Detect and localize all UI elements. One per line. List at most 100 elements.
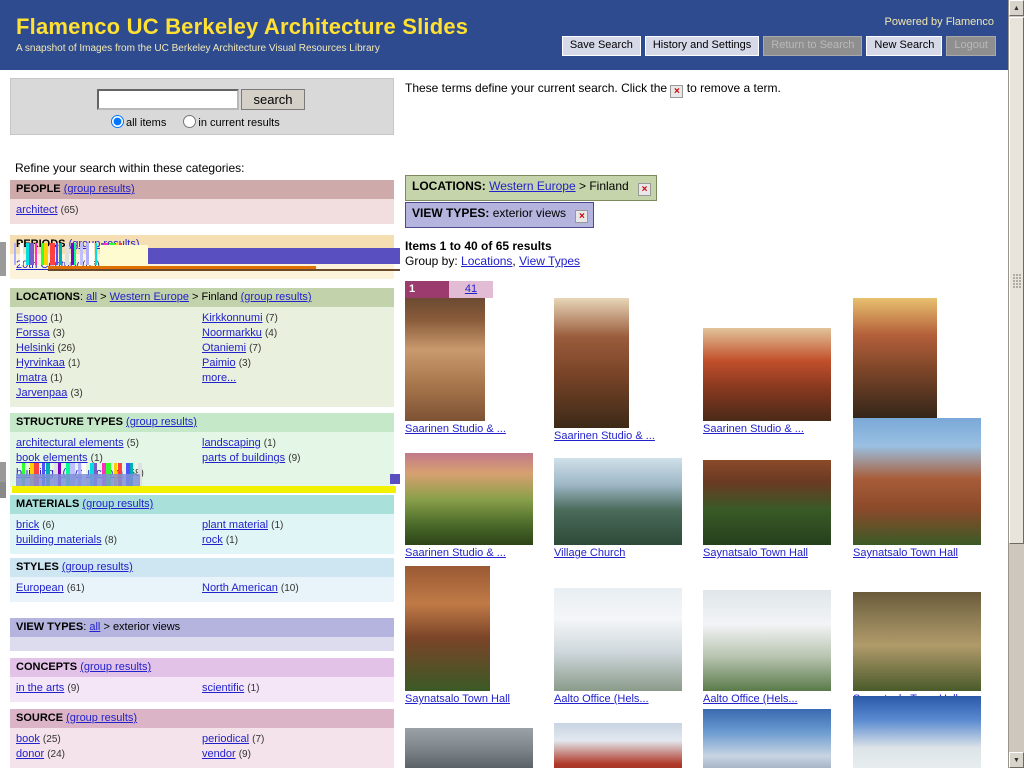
thumbnail-caption-link[interactable]: Saarinen Studio & ... bbox=[554, 430, 655, 442]
thumbnail-image[interactable] bbox=[405, 566, 490, 691]
search-scope-all-items-label: all items bbox=[126, 117, 167, 129]
pagination-page-41[interactable]: 41 bbox=[449, 281, 493, 298]
search-scope-current-results[interactable]: in current results bbox=[183, 115, 280, 129]
search-scope-all-items[interactable]: all items bbox=[111, 115, 169, 129]
facet-item: Jarvenpaa (3) bbox=[16, 386, 202, 401]
thumbnail-caption-link[interactable]: Village Church bbox=[554, 547, 682, 559]
facet-name: VIEW TYPES bbox=[16, 621, 84, 633]
thumbnail-image[interactable] bbox=[554, 458, 682, 545]
radio-in-current-results[interactable] bbox=[183, 115, 197, 128]
thumbnail-image[interactable] bbox=[853, 418, 981, 545]
thumbnail-image[interactable] bbox=[703, 590, 831, 691]
facet-item: scientific (1) bbox=[202, 681, 388, 696]
facet-item-count: (24) bbox=[47, 749, 65, 760]
facet-item-link[interactable]: parts of buildings bbox=[202, 452, 285, 464]
facet-item-link[interactable]: brick bbox=[16, 519, 39, 531]
thumbnail-image[interactable] bbox=[853, 592, 981, 691]
facet-item-link[interactable]: in the arts bbox=[16, 682, 64, 694]
facet-item-link[interactable]: Jarvenpaa bbox=[16, 387, 67, 399]
thumbnail-image[interactable] bbox=[405, 453, 533, 545]
group-by-locations[interactable]: Locations bbox=[461, 254, 512, 268]
thumbnail-image[interactable] bbox=[554, 588, 682, 691]
page-scrollbar[interactable]: ▲ ▼ bbox=[1008, 0, 1024, 768]
render-artifact-band bbox=[74, 243, 76, 265]
facet-item-link[interactable]: rock bbox=[202, 534, 223, 546]
facet-item-link[interactable]: Imatra bbox=[16, 372, 47, 384]
facet-breadcrumb-path-0[interactable]: Western Europe bbox=[110, 291, 189, 303]
scroll-down-arrow-icon[interactable]: ▼ bbox=[1009, 752, 1024, 768]
facet-group-results-link[interactable]: (group results) bbox=[82, 498, 153, 510]
facet-item-link[interactable]: scientific bbox=[202, 682, 244, 694]
facet-column-right bbox=[202, 203, 388, 218]
facet-group-results-link[interactable]: (group results) bbox=[126, 416, 197, 428]
facet-item-link[interactable]: more... bbox=[202, 372, 236, 384]
render-artifact-band bbox=[65, 243, 69, 265]
facet-item-link[interactable]: Hyrvinkaa bbox=[16, 357, 65, 369]
facet-item-link[interactable]: European bbox=[16, 582, 64, 594]
scrollbar-thumb[interactable] bbox=[1009, 17, 1024, 544]
banner-button-save-search[interactable]: Save Search bbox=[561, 36, 641, 56]
facet-item-link[interactable]: Espoo bbox=[16, 312, 47, 324]
facet-item-link[interactable]: landscaping bbox=[202, 437, 261, 449]
facet-group-results-link[interactable]: (group results) bbox=[66, 712, 137, 724]
facet-item-link[interactable]: Kirkkonnumi bbox=[202, 312, 263, 324]
facet-group-results-link[interactable]: (group results) bbox=[62, 561, 133, 573]
search-scope-current-results-label: in current results bbox=[198, 117, 280, 129]
scroll-up-arrow-icon[interactable]: ▲ bbox=[1009, 0, 1024, 16]
thumbnail-image[interactable] bbox=[703, 709, 831, 768]
thumbnail-image[interactable] bbox=[554, 298, 629, 428]
thumbnail-image[interactable] bbox=[405, 728, 533, 768]
thumbnail-image[interactable] bbox=[853, 696, 981, 768]
facet-item-link[interactable]: Helsinki bbox=[16, 342, 55, 354]
thumbnail-caption-link[interactable]: Saarinen Studio & ... bbox=[703, 423, 831, 435]
facet-item-link[interactable]: architect bbox=[16, 204, 58, 216]
facet-item: architectural elements (5) bbox=[16, 436, 202, 451]
search-button[interactable]: search bbox=[241, 89, 305, 110]
facet-styles: STYLES (group results) European (61) North… bbox=[10, 558, 394, 602]
facet-group-results-link[interactable]: (group results) bbox=[241, 291, 312, 303]
thumbnail-image[interactable] bbox=[554, 723, 682, 768]
facet-item-count: (6) bbox=[42, 520, 55, 531]
radio-all-items[interactable] bbox=[111, 115, 124, 128]
facet-breadcrumb-all[interactable]: all bbox=[89, 621, 100, 633]
group-by-view-types[interactable]: View Types bbox=[519, 254, 580, 268]
facet-item-link[interactable]: Paimio bbox=[202, 357, 236, 369]
thumbnail-cell: Saarinen Studio & ... bbox=[405, 298, 506, 435]
thumbnail-image[interactable] bbox=[703, 460, 831, 545]
facet-item-link[interactable]: periodical bbox=[202, 733, 249, 745]
banner-button-new-search[interactable]: New Search bbox=[866, 36, 943, 56]
facet-group-results-link[interactable]: (group results) bbox=[80, 661, 151, 673]
thumbnail-caption-link[interactable]: Saynatsalo Town Hall bbox=[703, 547, 831, 559]
facet-item-link[interactable]: Otaniemi bbox=[202, 342, 246, 354]
remove-term-view-types-icon[interactable]: × bbox=[575, 210, 589, 223]
facet-group-results-link[interactable]: (group results) bbox=[64, 183, 135, 195]
facet-item-link[interactable]: donor bbox=[16, 748, 44, 760]
facet-breadcrumb-separator: > bbox=[188, 291, 202, 303]
thumbnail-caption-link[interactable]: Saarinen Studio & ... bbox=[405, 423, 506, 435]
pagination-page-link[interactable]: 41 bbox=[465, 283, 477, 295]
thumbnail-caption-link[interactable]: Aalto Office (Hels... bbox=[554, 693, 682, 705]
facet-item-link[interactable]: Noormarkku bbox=[202, 327, 262, 339]
facet-item-link[interactable]: architectural elements bbox=[16, 437, 124, 449]
thumbnail-caption-link[interactable]: Saynatsalo Town Hall bbox=[405, 693, 510, 705]
facet-item-link[interactable]: North American bbox=[202, 582, 278, 594]
thumbnail-image[interactable] bbox=[405, 298, 485, 421]
facet-item-link[interactable]: book bbox=[16, 733, 40, 745]
facet-item-link[interactable]: book elements bbox=[16, 452, 88, 464]
search-input[interactable] bbox=[97, 89, 239, 110]
thumbnail-caption-link[interactable]: Saarinen Studio & ... bbox=[405, 547, 533, 559]
facet-breadcrumb-all[interactable]: all bbox=[86, 291, 97, 303]
banner-button-history-and-settings[interactable]: History and Settings bbox=[644, 36, 760, 56]
facet-item-link[interactable]: plant material bbox=[202, 519, 268, 531]
thumbnail-image[interactable] bbox=[703, 328, 831, 421]
facet-item-link[interactable]: building materials bbox=[16, 534, 102, 546]
pagination-page-1[interactable]: 1 bbox=[405, 281, 449, 298]
thumbnail-image[interactable] bbox=[853, 298, 937, 421]
facet-item-count: (61) bbox=[66, 583, 85, 594]
thumbnail-caption-link[interactable]: Aalto Office (Hels... bbox=[703, 693, 831, 705]
search-term-locations-link[interactable]: Western Europe bbox=[489, 179, 576, 193]
remove-term-locations-icon[interactable]: × bbox=[638, 183, 652, 196]
facet-item-link[interactable]: Forssa bbox=[16, 327, 50, 339]
facet-item-link[interactable]: vendor bbox=[202, 748, 236, 760]
thumbnail-caption-link[interactable]: Saynatsalo Town Hall bbox=[853, 547, 981, 559]
